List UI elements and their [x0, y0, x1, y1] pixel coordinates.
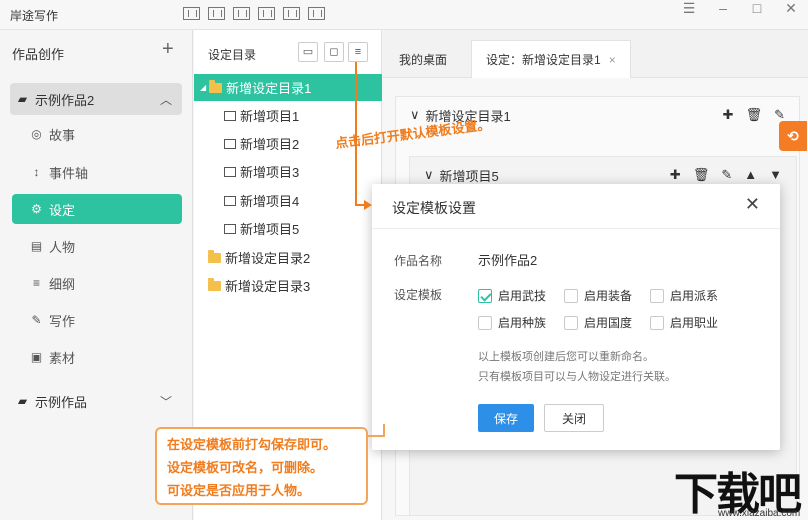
callout-line: 设定模板可改名，可删除。 [167, 460, 324, 475]
watermark: 下载吧 www.xiazaiba.com [668, 458, 808, 520]
arrow-head [364, 200, 372, 210]
annotation-arrows [355, 62, 385, 437]
callout-line: 在设定模板前打勾保存即可。 [167, 437, 337, 452]
watermark-url: www.xiazaiba.com [718, 508, 801, 519]
arrow-to-dialog [355, 62, 370, 206]
annotation-callout: 在设定模板前打勾保存即可。 设定模板可改名，可删除。 可设定是否应用于人物。 [155, 427, 368, 505]
callout-line: 可设定是否应用于人物。 [167, 483, 311, 498]
arrow-callout [368, 424, 385, 437]
